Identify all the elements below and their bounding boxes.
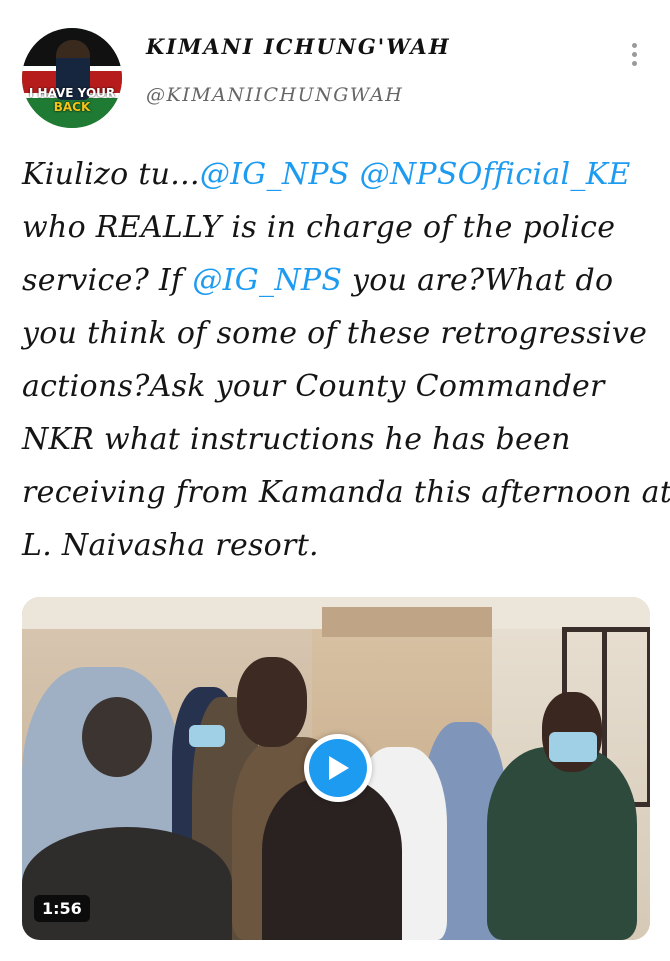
- display-name[interactable]: KIMANI ICHUNG'WAH: [146, 34, 451, 59]
- tweet-text-segment: who REALLY is in charge of the police: [22, 210, 616, 245]
- tweet-text-segment: you think of some of these retrogressive: [22, 316, 648, 351]
- avatar-slogan-line2: BACK: [53, 100, 91, 114]
- tweet-text-segment: NKR what instructions he has been: [22, 422, 571, 457]
- mention-link[interactable]: @IG_NPS: [200, 157, 350, 192]
- profile-avatar[interactable]: I HAVE YOUR BACK: [22, 28, 122, 128]
- play-icon: [309, 739, 367, 797]
- more-options-icon[interactable]: [620, 40, 648, 68]
- tweet-text-segment: you are?What do: [342, 263, 614, 298]
- tweet-text-segment: receiving from Kamanda this afternoon at: [22, 475, 670, 510]
- tweet-line: Kiulizo tu...@IG_NPS @NPSOfficial_KE: [22, 148, 654, 201]
- tweet-line: service? If @IG_NPS you are?What do: [22, 254, 654, 307]
- tweet-line: who REALLY is in charge of the police: [22, 201, 654, 254]
- mention-link[interactable]: @IG_NPS: [192, 263, 342, 298]
- avatar-slogan: I HAVE YOUR BACK: [26, 86, 118, 114]
- tweet-line: NKR what instructions he has been: [22, 413, 654, 466]
- avatar-slogan-line1: I HAVE YOUR: [28, 86, 116, 100]
- tweet-text-segment: [350, 157, 360, 192]
- tweet-text: Kiulizo tu...@IG_NPS @NPSOfficial_KE who …: [22, 148, 670, 572]
- tweet-line: L. Naivasha resort.: [22, 519, 654, 572]
- user-handle[interactable]: @KIMANIICHUNGWAH: [146, 84, 403, 106]
- tweet-line: you think of some of these retrogressive: [22, 307, 654, 360]
- mention-link[interactable]: @NPSOfficial_KE: [360, 157, 631, 192]
- tweet-text-segment: service? If: [22, 263, 193, 298]
- tweet-line: actions?Ask your County Commander: [22, 360, 654, 413]
- play-button[interactable]: [304, 734, 372, 802]
- video-duration: 1:56: [34, 895, 90, 922]
- tweet-line: receiving from Kamanda this afternoon at: [22, 466, 670, 519]
- tweet-text-segment: Kiulizo tu...: [22, 157, 200, 192]
- video-player[interactable]: 1:56: [22, 597, 650, 940]
- tweet-text-segment: actions?Ask your County Commander: [22, 369, 605, 404]
- tweet-text-segment: L. Naivasha resort.: [22, 528, 319, 563]
